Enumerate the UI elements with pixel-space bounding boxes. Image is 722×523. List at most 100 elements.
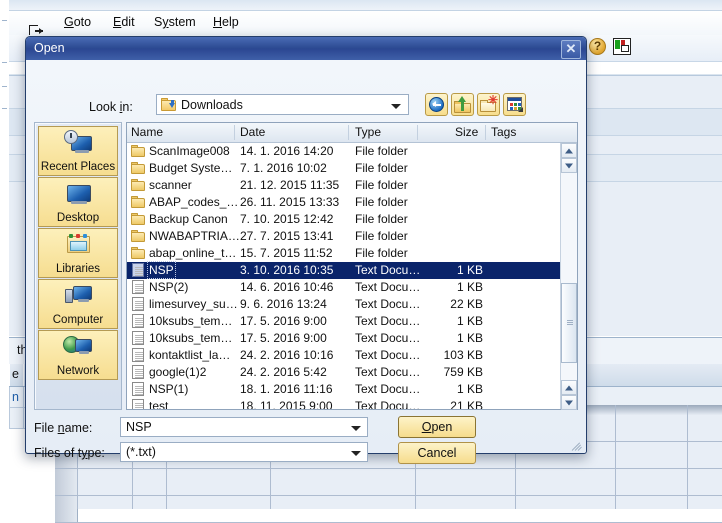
column-header-name[interactable]: Name: [131, 125, 163, 139]
close-button[interactable]: ✕: [561, 40, 581, 59]
file-name-label: File name:: [34, 421, 93, 435]
help-icon[interactable]: ?: [589, 38, 606, 55]
file-size-cell: 21 KB: [450, 399, 483, 409]
scrollbar-grip-icon: [567, 320, 573, 326]
scrollbar-thumb[interactable]: [561, 283, 577, 363]
files-of-type-value: (*.txt): [126, 445, 156, 459]
chevron-down-icon[interactable]: [351, 426, 361, 431]
folder-icon: [131, 196, 145, 209]
text-document-icon: [132, 382, 144, 396]
file-name-cell: kontaktlist_la…: [149, 348, 231, 362]
scroll-down-button-bottom[interactable]: [561, 395, 577, 410]
file-size-cell: 1 KB: [456, 280, 483, 294]
back-button[interactable]: [425, 93, 448, 116]
file-type-cell: File folder: [355, 229, 408, 243]
file-row[interactable]: 10ksubs_tem… 17. 5. 2016 9:00 Text Docu… 1 …: [127, 330, 560, 347]
file-row[interactable]: ScanImage008 14. 1. 2016 14:20 File folder: [127, 143, 560, 160]
file-row[interactable]: scanner 21. 12. 2015 11:35 File folder: [127, 177, 560, 194]
views-button[interactable]: [503, 93, 526, 116]
file-name-cell: google(1)2: [149, 365, 207, 379]
file-row[interactable]: ABAP_codes_… 26. 11. 2015 13:33 File folde…: [127, 194, 560, 211]
menu-item-edit[interactable]: Edit: [113, 15, 135, 29]
file-name-input[interactable]: NSP: [120, 417, 368, 437]
views-icon: [507, 97, 523, 112]
file-date-cell: 14. 6. 2016 10:46: [240, 280, 334, 294]
file-date-cell: 9. 6. 2016 13:24: [240, 297, 327, 311]
close-icon: ✕: [565, 41, 577, 56]
new-folder-button[interactable]: ✳: [477, 93, 500, 116]
column-header-type[interactable]: Type: [355, 125, 381, 139]
file-row[interactable]: Backup Canon 7. 10. 2015 12:42 File folder: [127, 211, 560, 228]
folder-icon: [131, 230, 145, 243]
file-date-cell: 21. 12. 2015 11:35: [240, 178, 340, 192]
column-header-tags[interactable]: Tags: [491, 125, 516, 139]
up-one-level-button[interactable]: [451, 93, 474, 116]
text-document-icon: [132, 365, 144, 379]
file-date-cell: 18. 11. 2015 9:00: [240, 399, 333, 409]
file-row[interactable]: limesurvey_su… 9. 6. 2016 13:24 Text Docu……: [127, 296, 560, 313]
file-row[interactable]: NSP(1) 18. 1. 2016 11:16 Text Docu… 1 KB: [127, 381, 560, 398]
file-list-rows: ScanImage008 14. 1. 2016 14:20 File folder…: [127, 143, 560, 409]
file-row[interactable]: Budget Syste… 7. 1. 2016 10:02 File folder: [127, 160, 560, 177]
file-name-cell: NWABAPTRIA…: [149, 229, 240, 243]
open-button[interactable]: Open: [398, 416, 476, 438]
menu-item-help[interactable]: Help: [213, 15, 239, 29]
sidebar-item-recent-places[interactable]: Recent Places: [38, 126, 118, 176]
file-size-cell: 1 KB: [456, 314, 483, 328]
file-type-cell: Text Docu…: [355, 331, 421, 345]
file-name-cell: NSP(1): [149, 382, 189, 396]
chevron-up-icon: [565, 385, 573, 390]
resize-grip-icon[interactable]: [571, 439, 583, 451]
sidebar-item-computer[interactable]: Computer: [38, 279, 118, 329]
file-list-scrollbar[interactable]: [560, 143, 577, 410]
file-date-cell: 27. 7. 2015 13:41: [240, 229, 334, 243]
text-document-icon: [132, 263, 144, 277]
menu-item-goto[interactable]: GGotooto: [64, 15, 91, 29]
chevron-up-icon: [565, 148, 573, 153]
sidebar-label-network: Network: [56, 365, 100, 377]
column-header-date[interactable]: Date: [240, 125, 265, 139]
desktop-icon: [63, 181, 93, 207]
file-row[interactable]: google(1)2 24. 2. 2016 5:42 Text Docu… 759 …: [127, 364, 560, 381]
sidebar-item-network[interactable]: Network: [38, 330, 118, 380]
file-date-cell: 3. 10. 2016 10:35: [240, 263, 334, 277]
file-date-cell: 24. 2. 2016 10:16: [240, 348, 334, 362]
scroll-up-button-top[interactable]: [561, 143, 577, 158]
file-row[interactable]: NWABAPTRIA… 27. 7. 2015 13:41 File folder: [127, 228, 560, 245]
file-row[interactable]: NSP 3. 10. 2016 10:35 Text Docu… 1 KB: [127, 261, 560, 279]
scroll-up-button-bottom[interactable]: [561, 380, 577, 395]
network-icon: [63, 334, 93, 360]
layout-icon[interactable]: [613, 38, 631, 55]
file-type-cell: Text Docu…: [355, 399, 421, 409]
dialog-title-bar[interactable]: Open ✕: [26, 37, 586, 61]
file-row[interactable]: 10ksubs_tem… 17. 5. 2016 9:00 Text Docu… 1 …: [127, 313, 560, 330]
downloads-folder-icon: [161, 98, 176, 112]
dialog-body: Look in: Downloads ✳ Recent Places Deskt…: [26, 60, 586, 464]
folder-icon: [131, 213, 145, 226]
file-name-cell: abap_online_t…: [149, 246, 237, 260]
files-of-type-select[interactable]: (*.txt): [120, 442, 368, 462]
scroll-down-button-top[interactable]: [561, 158, 577, 173]
look-in-combobox[interactable]: Downloads: [156, 94, 409, 115]
up-arrow-icon: [454, 96, 471, 113]
sidebar-item-libraries[interactable]: Libraries: [38, 228, 118, 278]
file-row[interactable]: NSP(2) 14. 6. 2016 10:46 Text Docu… 1 KB: [127, 279, 560, 296]
file-type-cell: Text Docu…: [355, 263, 421, 277]
chevron-down-icon[interactable]: [351, 451, 361, 456]
file-row[interactable]: kontaktlist_la… 24. 2. 2016 10:16 Text Doc…: [127, 347, 560, 364]
chevron-down-icon: [565, 163, 573, 168]
file-name-cell: ScanImage008: [149, 144, 230, 158]
file-row[interactable]: test 18. 11. 2015 9:00 Text Docu… 21 KB: [127, 398, 560, 409]
text-document-icon: [132, 399, 144, 409]
file-date-cell: 18. 1. 2016 11:16: [240, 382, 333, 396]
menu-item-system[interactable]: System: [154, 15, 196, 29]
file-row[interactable]: abap_online_t… 15. 7. 2015 11:52 File fold…: [127, 245, 560, 262]
file-size-cell: 103 KB: [443, 348, 483, 362]
file-type-cell: Text Docu…: [355, 382, 421, 396]
sidebar-item-desktop[interactable]: Desktop: [38, 177, 118, 227]
sidebar-label-libraries: Libraries: [55, 263, 101, 275]
cancel-button[interactable]: Cancel: [398, 442, 476, 464]
look-in-label: Look in:: [89, 100, 133, 114]
column-header-size[interactable]: Size: [455, 125, 478, 139]
sap-menu-bar: GGotooto Edit System Help: [9, 11, 722, 38]
